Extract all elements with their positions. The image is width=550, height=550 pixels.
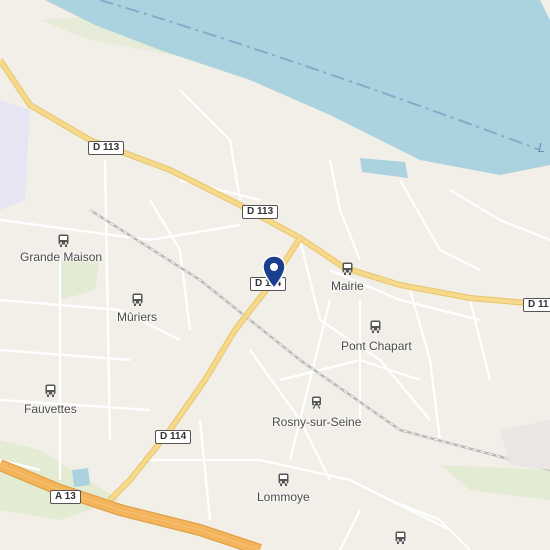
train-station-icon[interactable]	[311, 396, 322, 409]
place-label: Lommoye	[257, 490, 310, 504]
pond	[72, 468, 90, 487]
place-label: Rosny-sur-Seine	[272, 415, 362, 429]
bus-stop-icon[interactable]	[132, 293, 143, 306]
road-shield-d114: D 114	[155, 430, 192, 444]
place-label: Mairie	[331, 279, 364, 293]
road-shield-d113: D 113	[88, 141, 125, 155]
park-area	[440, 465, 550, 500]
location-pin-icon[interactable]	[261, 255, 287, 289]
bus-stop-icon[interactable]	[342, 262, 353, 275]
road-shield-d113: D 11	[523, 298, 550, 312]
station-area	[500, 420, 550, 470]
place-label: Fauvettes	[24, 402, 77, 416]
road-shield-a13: A 13	[50, 490, 81, 504]
road-shield-d113: D 113	[242, 205, 279, 219]
river-label: L	[538, 140, 546, 155]
place-label: Mûriers	[117, 310, 158, 324]
pond	[360, 158, 408, 178]
bus-stop-icon[interactable]	[370, 320, 381, 333]
industrial-area	[0, 100, 30, 210]
bus-stop-icon[interactable]	[278, 473, 289, 486]
place-label: Pont Chapart	[341, 339, 412, 353]
bus-stop-icon[interactable]	[395, 531, 406, 544]
place-label: Grande Maison	[20, 250, 103, 264]
map-view[interactable]: D 113 D 113 D 11 D 114 D 114 A 13 L Gran…	[0, 0, 550, 550]
bus-stop-icon[interactable]	[58, 234, 69, 247]
bus-stop-icon[interactable]	[45, 384, 56, 397]
